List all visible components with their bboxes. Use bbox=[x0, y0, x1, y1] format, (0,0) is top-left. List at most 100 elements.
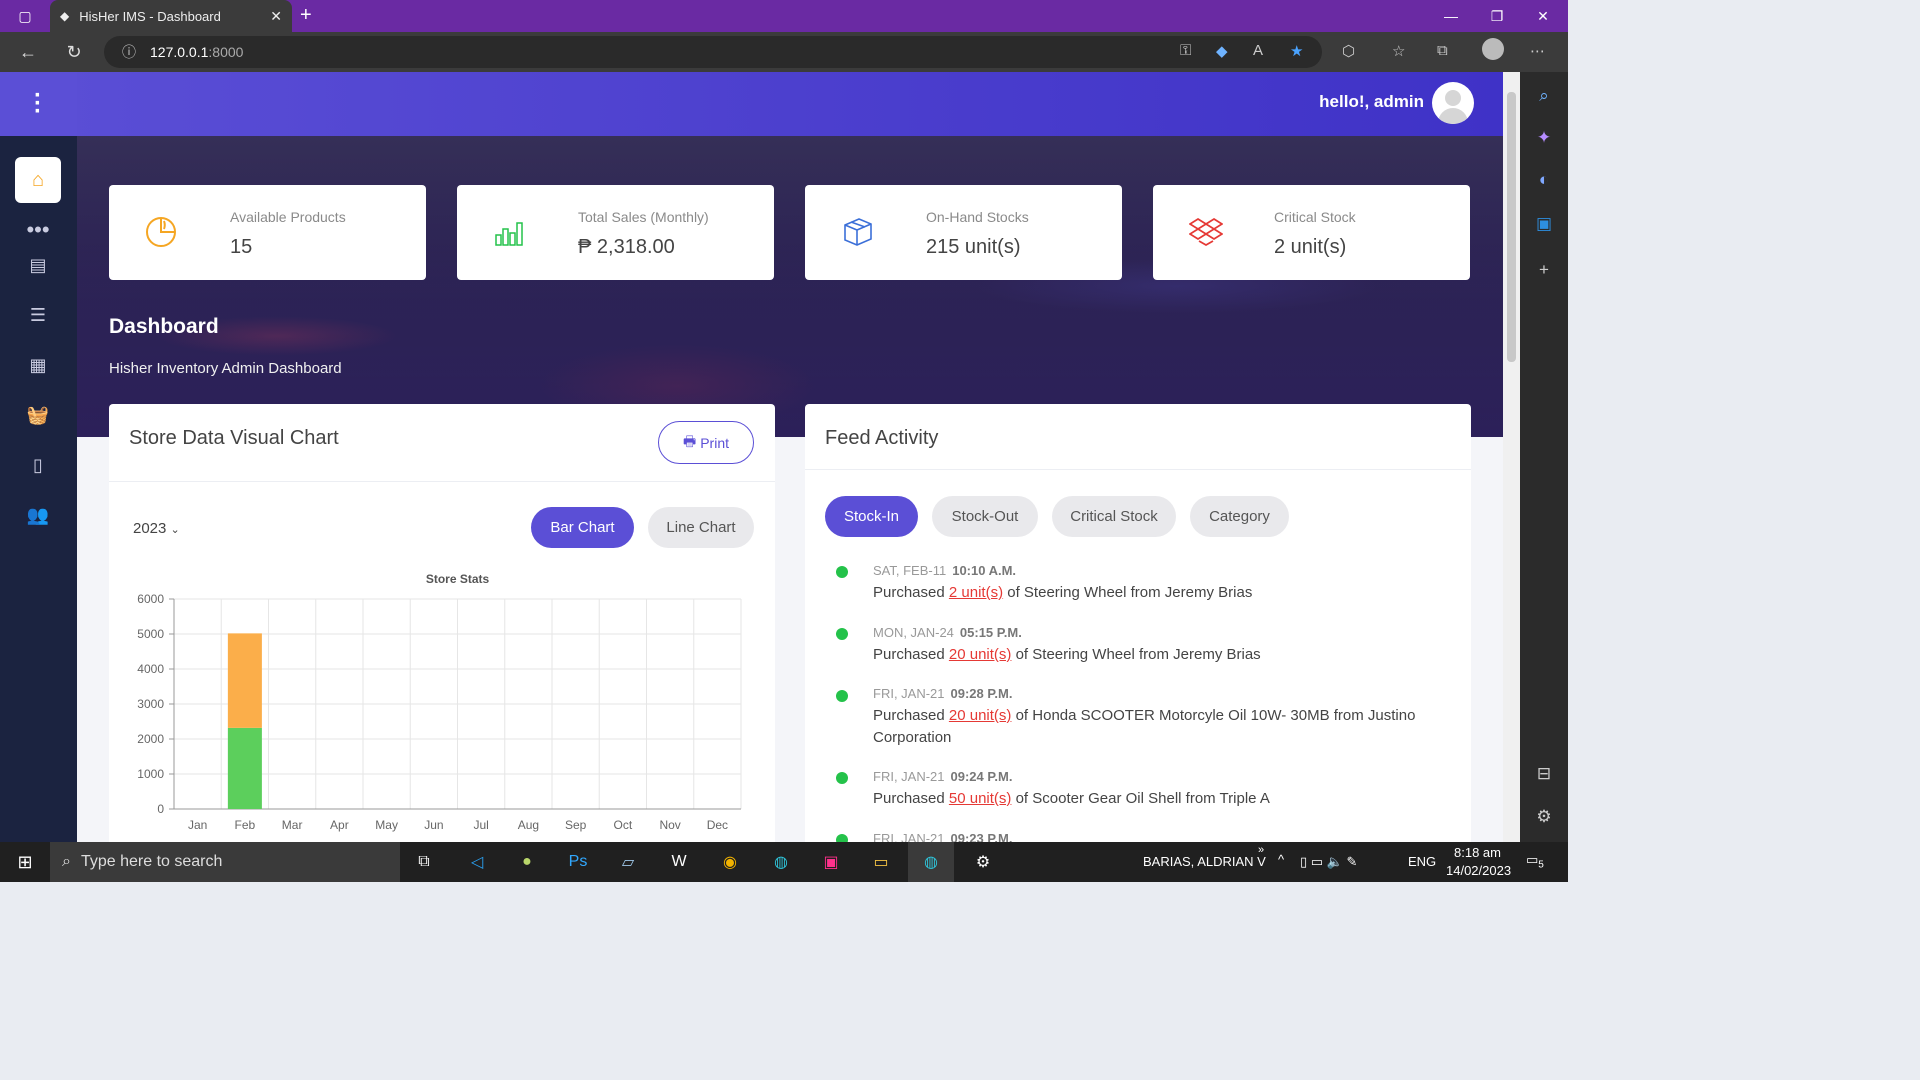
tab-category[interactable]: Category bbox=[1190, 496, 1289, 537]
x-tick-label: Mar bbox=[282, 818, 303, 832]
close-tab-icon[interactable]: ✕ bbox=[270, 8, 282, 25]
vscode-icon[interactable]: ◁ bbox=[465, 850, 489, 874]
info-icon[interactable]: ⓘ bbox=[122, 42, 136, 62]
stat-card-available-products: Available Products 15 bbox=[109, 185, 426, 280]
tab-title: HisHer IMS - Dashboard bbox=[79, 8, 221, 24]
stat-card-total-sales: Total Sales (Monthly) ₱ 2,318.00 bbox=[457, 185, 774, 280]
search-placeholder: Type here to search bbox=[80, 853, 223, 870]
edge-icon[interactable]: ◍ bbox=[769, 850, 793, 874]
file-explorer-icon[interactable]: ▭ bbox=[869, 850, 893, 874]
address-book-icon[interactable]: ▤ bbox=[26, 253, 50, 277]
boxes-icon[interactable]: ▦ bbox=[26, 353, 50, 377]
clock-date[interactable]: 14/02/2023 bbox=[1446, 863, 1511, 878]
feed-text: Purchased 50 unit(s) of Scooter Gear Oil… bbox=[873, 790, 1270, 807]
restore-button[interactable]: ❐ bbox=[1474, 0, 1520, 32]
chevron-right-icon[interactable]: » bbox=[1258, 844, 1264, 856]
tab-stock-out[interactable]: Stock-Out bbox=[932, 496, 1038, 537]
chrome-icon[interactable]: ◉ bbox=[718, 850, 742, 874]
menu-toggle-icon[interactable]: · · · bbox=[30, 84, 46, 124]
feed-date: SAT, FEB-11 10:10 A.M. bbox=[873, 563, 1017, 578]
stat-label: Available Products bbox=[230, 209, 346, 225]
close-window-button[interactable]: ✕ bbox=[1520, 0, 1566, 32]
favorite-star-icon[interactable]: ★ bbox=[1290, 42, 1303, 60]
x-tick-label: Aug bbox=[518, 818, 539, 832]
add-sidebar-icon[interactable]: + bbox=[1532, 258, 1556, 282]
more-icon[interactable]: ••• bbox=[26, 218, 50, 242]
windows-start-icon[interactable]: ⊞ bbox=[13, 850, 37, 874]
address-bar-row: ← ↻ ⓘ 127.0.0.1 :8000 ⚿ ◆ A ★ ⬡ ☆ ⧉ ⋯ bbox=[0, 32, 1568, 72]
page-subtitle: Hisher Inventory Admin Dashboard bbox=[109, 360, 342, 377]
qty-link[interactable]: 20 unit(s) bbox=[949, 707, 1012, 724]
tab-stock-in[interactable]: Stock-In bbox=[825, 496, 918, 537]
read-aloud-icon[interactable]: A bbox=[1253, 42, 1263, 59]
browser-tab[interactable]: ◆ HisHer IMS - Dashboard ✕ bbox=[50, 0, 292, 32]
timeline-dot bbox=[836, 690, 848, 702]
app-w-icon[interactable]: W bbox=[667, 850, 691, 874]
url-host: 127.0.0.1 bbox=[150, 44, 209, 60]
sidebar-toggle-icon[interactable]: ⊟ bbox=[1532, 762, 1556, 786]
bar-feb bbox=[227, 633, 262, 728]
basket-icon[interactable]: 🧺 bbox=[26, 403, 50, 427]
games-icon[interactable]: ◐ bbox=[1532, 168, 1556, 192]
extensions-icon[interactable]: ⬡ bbox=[1342, 42, 1355, 60]
x-tick-label: May bbox=[375, 818, 398, 832]
language-indicator[interactable]: ENG bbox=[1408, 854, 1436, 869]
copilot-icon[interactable]: ✦ bbox=[1532, 126, 1556, 150]
dropbox-icon bbox=[1189, 217, 1223, 247]
year-value: 2023 bbox=[133, 520, 167, 537]
outlook-icon[interactable]: ▣ bbox=[1532, 212, 1556, 236]
tab-line-chart[interactable]: Line Chart bbox=[648, 507, 754, 548]
jetbrains-icon[interactable]: ▣ bbox=[819, 850, 843, 874]
settings-icon[interactable]: ⚙ bbox=[971, 850, 995, 874]
favorites-icon[interactable]: ☆ bbox=[1392, 42, 1405, 60]
key-icon[interactable]: ⚿ bbox=[1180, 42, 1191, 59]
stat-value: 2 unit(s) bbox=[1274, 236, 1347, 258]
profile-icon[interactable] bbox=[1482, 38, 1504, 64]
file-icon[interactable]: ▯ bbox=[26, 453, 50, 477]
tab-critical-stock[interactable]: Critical Stock bbox=[1052, 496, 1176, 537]
taskbar-search[interactable]: ⌕ Type here to search bbox=[50, 842, 400, 882]
settings-icon[interactable]: ⚙ bbox=[1532, 805, 1556, 829]
x-tick-label: Sep bbox=[565, 818, 587, 832]
avatar[interactable] bbox=[1432, 82, 1474, 124]
collections-icon[interactable]: ⧉ bbox=[1437, 42, 1448, 59]
tray-icons[interactable]: ▯ ▭ 🔈 ✎ bbox=[1300, 854, 1357, 870]
more-options-icon[interactable]: ⋯ bbox=[1530, 42, 1545, 60]
chevron-up-icon[interactable]: ^ bbox=[1278, 852, 1284, 867]
printer-icon: 🖶 bbox=[682, 432, 697, 449]
clock-time[interactable]: 8:18 am bbox=[1454, 845, 1501, 860]
qty-link[interactable]: 2 unit(s) bbox=[949, 584, 1003, 601]
tab-actions-icon[interactable]: ▢ bbox=[2, 0, 48, 32]
notification-icon[interactable]: ▭5 bbox=[1526, 852, 1544, 871]
minimize-button[interactable]: — bbox=[1428, 0, 1474, 32]
task-view-icon[interactable]: ⧉ bbox=[412, 850, 436, 874]
x-tick-label: Nov bbox=[659, 818, 680, 832]
stat-card-critical-stock: Critical Stock 2 unit(s) bbox=[1153, 185, 1470, 280]
stat-label: Total Sales (Monthly) bbox=[578, 209, 709, 225]
refresh-icon[interactable]: ↻ bbox=[62, 40, 86, 64]
notepad-icon[interactable]: ▱ bbox=[616, 850, 640, 874]
tag-icon[interactable]: ◆ bbox=[1216, 42, 1228, 60]
qty-link[interactable]: 20 unit(s) bbox=[949, 646, 1012, 663]
search-icon[interactable]: ⌕ bbox=[1532, 84, 1556, 108]
qty-link[interactable]: 50 unit(s) bbox=[949, 790, 1012, 807]
photoshop-icon[interactable]: Ps bbox=[566, 850, 590, 874]
home-icon[interactable]: ⌂ bbox=[15, 157, 61, 203]
x-tick-label: Feb bbox=[235, 818, 256, 832]
back-icon[interactable]: ← bbox=[16, 40, 40, 64]
list-icon[interactable]: ☰ bbox=[26, 303, 50, 327]
print-label: Print bbox=[700, 434, 729, 451]
tab-bar-chart[interactable]: Bar Chart bbox=[531, 507, 634, 548]
scrollbar-thumb[interactable] bbox=[1507, 92, 1516, 362]
feed-panel: Feed Activity Stock-In Stock-Out Critica… bbox=[805, 404, 1471, 846]
bar-chart-icon bbox=[495, 222, 523, 246]
users-gear-icon[interactable]: 👥 bbox=[26, 503, 50, 527]
app-header bbox=[0, 72, 1503, 136]
app-icon[interactable]: ● bbox=[515, 850, 539, 874]
store-stats-chart: Store Stats 0 1000 2000 3000 4000 5000 6000 Jan F… bbox=[137, 572, 742, 832]
edge-active-icon[interactable]: ◍ bbox=[908, 842, 954, 882]
print-button[interactable]: 🖶 Print bbox=[658, 421, 754, 464]
new-tab-button[interactable]: + bbox=[300, 4, 312, 27]
url-field[interactable]: ⓘ 127.0.0.1 :8000 bbox=[104, 36, 1322, 68]
year-select[interactable]: 2023 ⌄ bbox=[133, 520, 180, 537]
